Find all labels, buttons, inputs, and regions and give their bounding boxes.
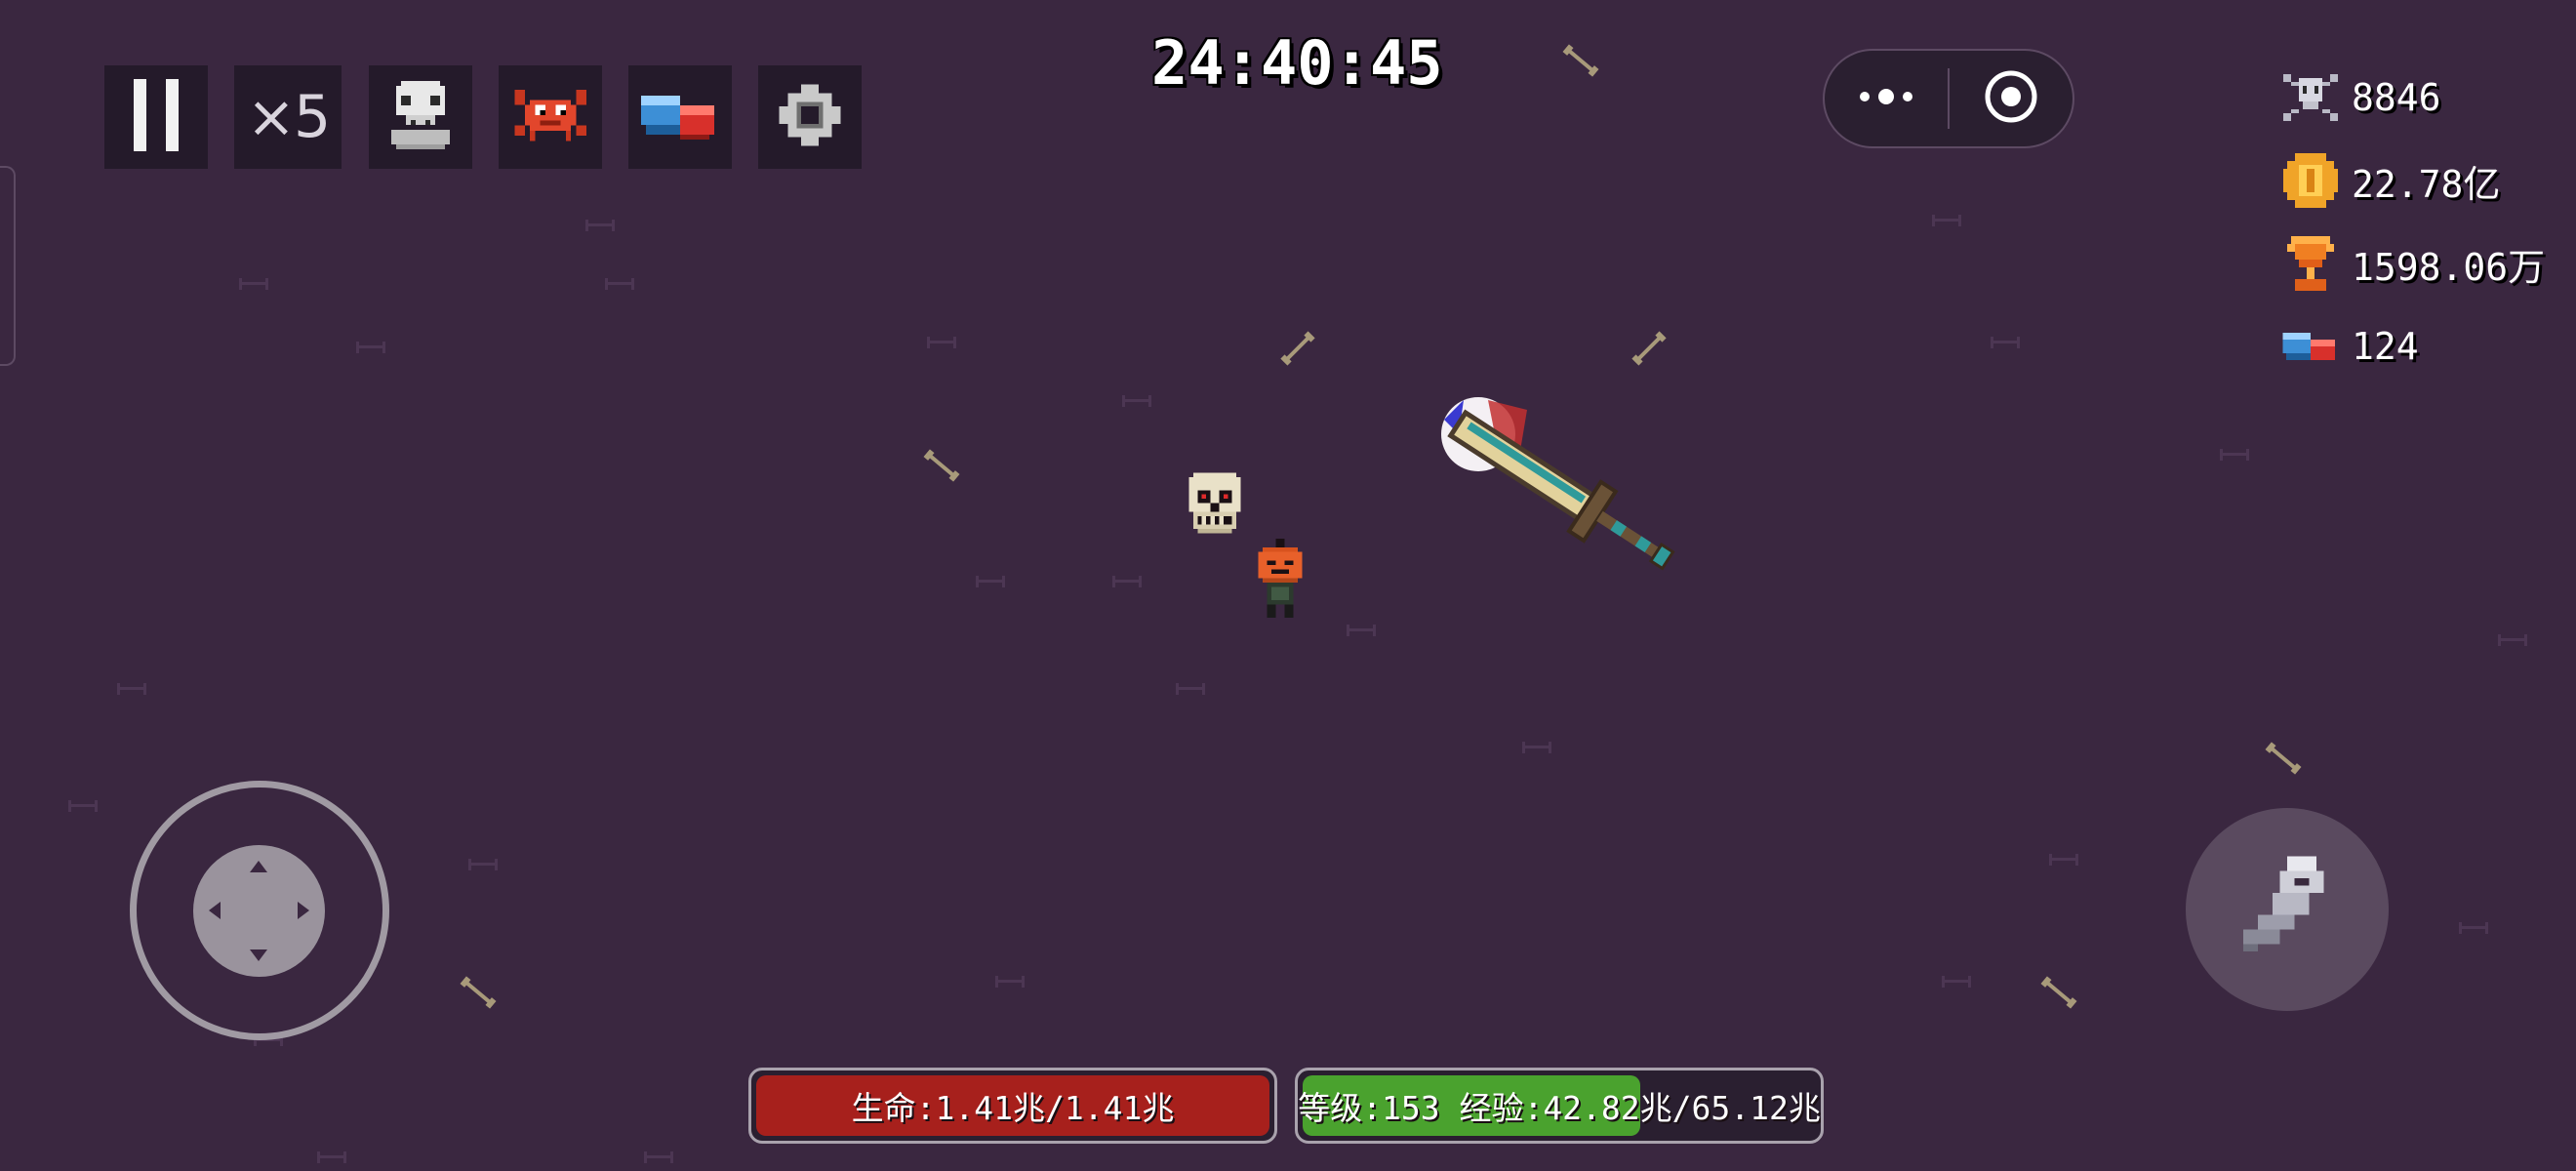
coins-counter: 22.78亿 xyxy=(2279,149,2500,212)
coins-value: 22.78亿 xyxy=(2352,162,2501,206)
magnet-icon xyxy=(636,76,724,158)
pause-button[interactable] xyxy=(104,65,208,169)
bone-tick xyxy=(605,278,634,290)
bone-tick xyxy=(1942,976,1971,988)
skull-crossbones-icon xyxy=(2279,66,2342,129)
trophies-counter: 1598.06万 xyxy=(2279,232,2545,295)
bone-tick xyxy=(1932,215,1961,226)
skeleton-enemy xyxy=(1185,468,1245,550)
more-button[interactable] xyxy=(1825,51,1948,146)
bone-tick xyxy=(995,976,1025,988)
health-bar: 生命:1.41兆/1.41兆 xyxy=(748,1068,1277,1144)
level-exp-label: 等级:153 经验:42.82兆/65.12兆 xyxy=(1298,1089,1821,1127)
bone-tick xyxy=(2459,922,2488,934)
bone-tick xyxy=(239,278,268,290)
trophies-value: 1598.06万 xyxy=(2352,245,2546,289)
bone-tick xyxy=(644,1151,673,1163)
red-crab-icon xyxy=(509,74,591,160)
record-target-icon xyxy=(1984,69,2038,128)
bone-tick xyxy=(1347,625,1376,636)
bone-tick xyxy=(1112,576,1142,587)
bone-tick xyxy=(2049,854,2078,866)
skull-icon xyxy=(382,76,460,158)
dpad-arrows-icon xyxy=(209,861,309,961)
bone-tick xyxy=(1176,683,1205,695)
more-dots-icon xyxy=(1857,87,1915,110)
trophy-icon xyxy=(2279,232,2342,295)
settings-button[interactable] xyxy=(758,65,862,169)
bone-tick xyxy=(1991,337,2020,348)
bone-tick xyxy=(976,576,1005,587)
bone-tick xyxy=(117,683,146,695)
pumpkin-hero xyxy=(1253,539,1308,630)
bone-tick xyxy=(468,859,498,870)
scattered-bone xyxy=(1561,43,1600,78)
crab-button[interactable] xyxy=(499,65,602,169)
knight-helmet-icon xyxy=(2229,849,2346,970)
bone-tick xyxy=(356,342,385,353)
kills-value: 8846 xyxy=(2352,76,2441,119)
scattered-bone xyxy=(1630,330,1668,367)
bone-tick xyxy=(1522,742,1551,753)
speed-button[interactable]: ×5 xyxy=(234,65,342,169)
bone-tick xyxy=(2498,634,2527,646)
magnet-icon xyxy=(2279,315,2342,378)
scattered-bone xyxy=(2264,741,2303,776)
magnets-value: 124 xyxy=(2352,325,2419,368)
scattered-bone xyxy=(459,975,498,1010)
game-timer: 24:40:45 xyxy=(1151,27,1443,99)
mini-program-capsule xyxy=(1823,49,2074,148)
bone-tick xyxy=(2220,449,2249,461)
scattered-bone xyxy=(922,448,961,483)
kills-counter: 8846 xyxy=(2279,66,2441,129)
side-drawer-tab[interactable] xyxy=(0,166,16,366)
greatsword-projectile xyxy=(1420,381,1712,599)
health-label: 生命:1.41兆/1.41兆 xyxy=(851,1089,1175,1127)
experience-bar: 等级:153 经验:42.82兆/65.12兆 xyxy=(1295,1068,1824,1144)
magnets-counter: 124 xyxy=(2279,315,2419,378)
magnet-button[interactable] xyxy=(628,65,732,169)
close-button[interactable] xyxy=(1950,51,2073,146)
bone-tick xyxy=(68,800,98,812)
gear-icon xyxy=(775,80,845,154)
bone-tick xyxy=(927,337,956,348)
game-field[interactable]: ×5 24:40:45 8846 22.78亿 1598.06万 124 生命:… xyxy=(0,0,2576,1171)
joystick-knob[interactable] xyxy=(193,845,325,977)
bone-tick xyxy=(317,1151,346,1163)
bone-tick xyxy=(585,220,615,231)
skull-button[interactable] xyxy=(369,65,472,169)
scattered-bone xyxy=(1279,330,1316,367)
scattered-bone xyxy=(2039,975,2078,1010)
pause-icon xyxy=(132,79,181,155)
gold-coin-icon xyxy=(2279,149,2342,212)
speed-label: ×5 xyxy=(246,83,331,151)
bone-tick xyxy=(1122,395,1151,407)
attack-button[interactable] xyxy=(2186,808,2389,1011)
